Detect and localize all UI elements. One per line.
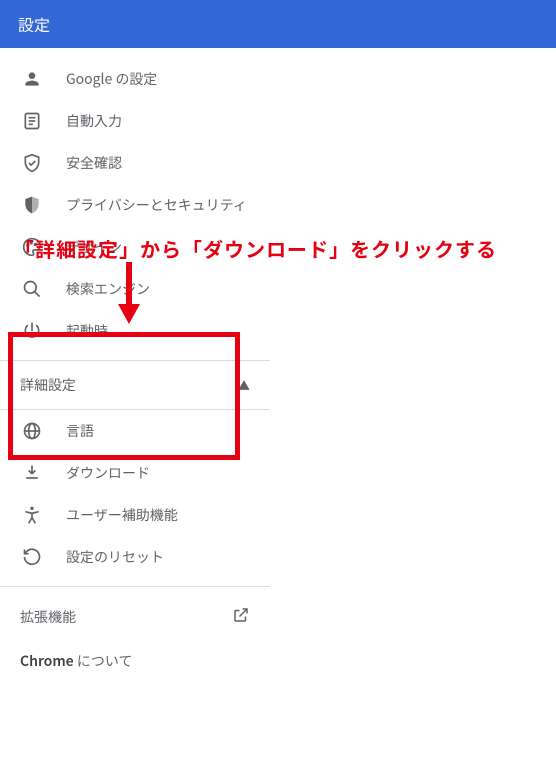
chevron-up-icon: ▲ — [238, 377, 250, 394]
settings-menu: Google の設定 自動入力 安全確認 プライバシーとセキュリティ デザイン … — [0, 48, 270, 683]
extensions-label: 拡張機能 — [20, 607, 76, 627]
accessibility-icon — [20, 503, 44, 527]
shield-check-icon — [20, 151, 44, 175]
person-icon — [20, 67, 44, 91]
menu-item-on-startup[interactable]: 起動時 — [0, 310, 270, 352]
menu-item-label: プライバシーとセキュリティ — [66, 195, 247, 215]
menu-item-label: ユーザー補助機能 — [66, 505, 178, 525]
restore-icon — [20, 545, 44, 569]
menu-item-label: 検索エンジン — [66, 279, 150, 299]
menu-item-google[interactable]: Google の設定 — [0, 58, 270, 100]
download-icon — [20, 461, 44, 485]
advanced-label: 詳細設定 — [20, 375, 76, 395]
menu-item-extensions[interactable]: 拡張機能 — [0, 595, 270, 639]
menu-item-privacy[interactable]: プライバシーとセキュリティ — [0, 184, 270, 226]
menu-item-language[interactable]: 言語 — [0, 410, 270, 452]
menu-item-label: 言語 — [66, 421, 94, 441]
external-link-icon — [232, 605, 250, 629]
header-title: 設定 — [18, 12, 50, 36]
divider — [0, 586, 270, 587]
menu-item-downloads[interactable]: ダウンロード — [0, 452, 270, 494]
menu-item-autofill[interactable]: 自動入力 — [0, 100, 270, 142]
autofill-icon — [20, 109, 44, 133]
menu-item-safety-check[interactable]: 安全確認 — [0, 142, 270, 184]
settings-header: 設定 — [0, 0, 556, 48]
menu-item-accessibility[interactable]: ユーザー補助機能 — [0, 494, 270, 536]
menu-item-label: Google の設定 — [66, 69, 157, 89]
globe-icon — [20, 419, 44, 443]
about-prefix: Chrome — [20, 651, 77, 671]
search-icon — [20, 277, 44, 301]
annotation-text: 「詳細設定」から「ダウンロード」をクリックする — [14, 234, 497, 263]
advanced-section-header[interactable]: 詳細設定 ▲ — [0, 360, 270, 410]
menu-item-label: 起動時 — [66, 321, 108, 341]
about-suffix: について — [77, 651, 133, 671]
menu-item-label: 設定のリセット — [66, 547, 164, 567]
menu-item-label: 自動入力 — [66, 111, 122, 131]
menu-item-reset[interactable]: 設定のリセット — [0, 536, 270, 578]
menu-item-search-engine[interactable]: 検索エンジン — [0, 268, 270, 310]
menu-item-about[interactable]: Chrome について — [0, 639, 270, 683]
menu-item-label: ダウンロード — [66, 463, 150, 483]
menu-item-label: 安全確認 — [66, 153, 122, 173]
power-icon — [20, 319, 44, 343]
shield-lock-icon — [20, 193, 44, 217]
